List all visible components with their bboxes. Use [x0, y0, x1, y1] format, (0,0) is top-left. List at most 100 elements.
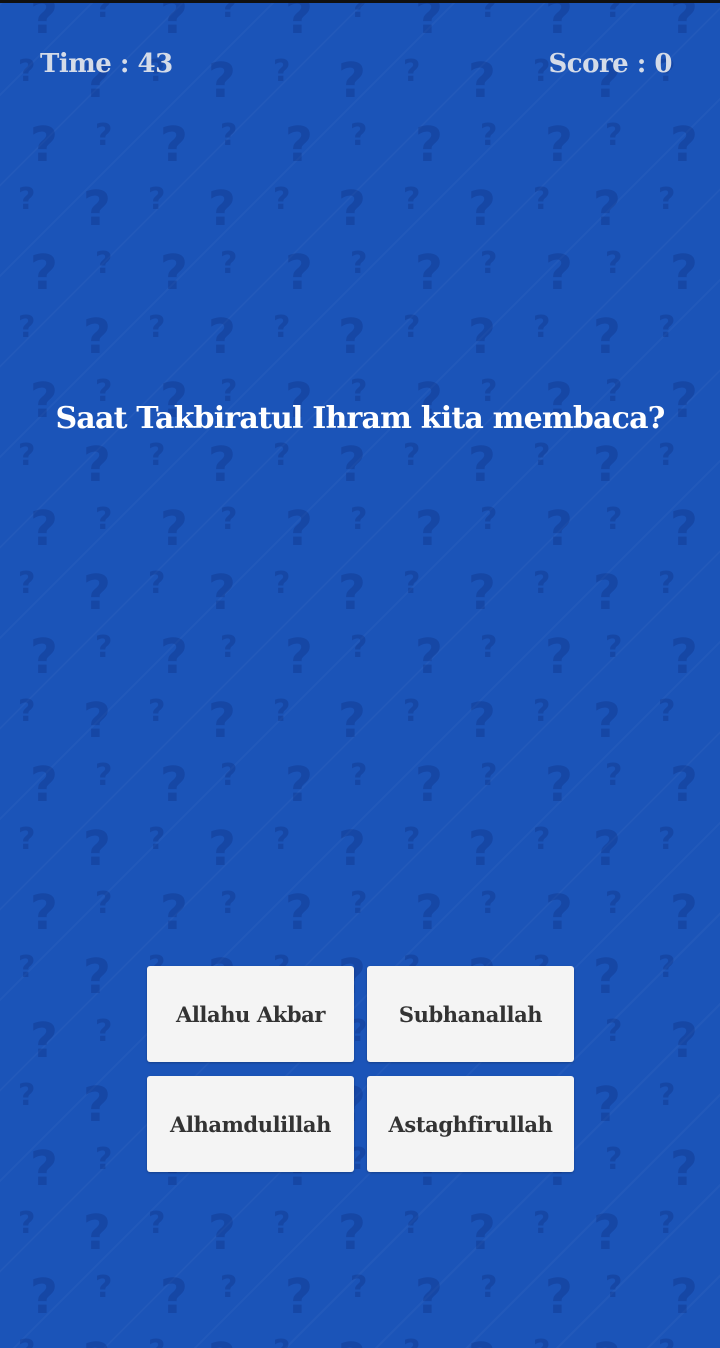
question-mark-icon: ?	[480, 886, 498, 921]
question-mark-icon: ?	[605, 1014, 623, 1049]
question-mark-icon: ?	[83, 1205, 111, 1261]
question-mark-icon: ?	[148, 566, 166, 601]
question-mark-icon: ?	[285, 885, 313, 941]
question-mark-icon: ?	[658, 438, 676, 473]
question-mark-icon: ?	[480, 630, 498, 665]
question-mark-icon: ?	[533, 182, 551, 217]
question-mark-icon: ?	[605, 1270, 623, 1305]
question-mark-icon: ?	[18, 1078, 36, 1113]
question-mark-icon: ?	[208, 565, 236, 621]
question-mark-icon: ?	[208, 181, 236, 237]
question-mark-icon: ?	[160, 1269, 188, 1325]
answer-button-3[interactable]: Alhamdulillah	[147, 1076, 354, 1172]
question-mark-icon: ?	[403, 438, 421, 473]
question-mark-icon: ?	[670, 117, 698, 173]
question-mark-icon: ?	[30, 501, 58, 557]
question-mark-icon: ?	[273, 438, 291, 473]
question-mark-icon: ?	[545, 1269, 573, 1325]
question-mark-icon: ?	[95, 3, 113, 25]
question-mark-icon: ?	[593, 181, 621, 237]
question-mark-icon: ?	[670, 885, 698, 941]
question-mark-icon: ?	[403, 310, 421, 345]
question-mark-icon: ?	[593, 1205, 621, 1261]
question-mark-icon: ?	[670, 1269, 698, 1325]
question-mark-icon: ?	[593, 309, 621, 365]
question-mark-icon: ?	[403, 1337, 420, 1348]
question-mark-icon: ?	[415, 117, 443, 173]
question-mark-icon: ?	[285, 117, 313, 173]
question-mark-icon: ?	[95, 758, 113, 793]
question-mark-icon: ?	[160, 501, 188, 557]
question-mark-icon: ?	[95, 118, 113, 153]
question-mark-icon: ?	[83, 565, 111, 621]
question-mark-icon: ?	[220, 1270, 238, 1305]
question-mark-icon: ?	[273, 310, 291, 345]
question-mark-icon: ?	[350, 886, 368, 921]
question-mark-icon: ?	[273, 1206, 291, 1241]
question-mark-icon: ?	[273, 1337, 290, 1348]
question-mark-icon: ?	[533, 438, 551, 473]
question-mark-icon: ?	[18, 310, 36, 345]
answer-button-2[interactable]: Subhanallah	[367, 966, 574, 1062]
question-mark-icon: ?	[605, 886, 623, 921]
question-mark-icon: ?	[208, 309, 236, 365]
question-mark-icon: ?	[658, 1337, 675, 1348]
question-mark-icon: ?	[30, 757, 58, 813]
question-mark-icon: ?	[350, 246, 368, 281]
question-mark-icon: ?	[338, 181, 366, 237]
question-mark-icon: ?	[160, 117, 188, 173]
question-mark-icon: ?	[658, 310, 676, 345]
question-mark-icon: ?	[545, 757, 573, 813]
question-mark-icon: ?	[545, 629, 573, 685]
question-mark-icon: ?	[338, 1205, 366, 1261]
question-mark-icon: ?	[83, 437, 111, 493]
question-mark-icon: ?	[18, 694, 36, 729]
game-screen: ????????????????????????????????????????…	[0, 3, 720, 1348]
question-mark-icon: ?	[30, 3, 58, 45]
question-mark-icon: ?	[95, 1142, 113, 1177]
question-mark-icon: ?	[160, 3, 188, 45]
answer-grid: Allahu Akbar Subhanallah Alhamdulillah A…	[147, 966, 574, 1172]
question-mark-icon: ?	[18, 1206, 36, 1241]
question-mark-icon: ?	[208, 1205, 236, 1261]
answer-button-4[interactable]: Astaghfirullah	[367, 1076, 574, 1172]
question-mark-icon: ?	[160, 629, 188, 685]
question-mark-icon: ?	[220, 758, 238, 793]
question-mark-icon: ?	[18, 822, 36, 857]
question-mark-icon: ?	[350, 1270, 368, 1305]
question-mark-icon: ?	[415, 245, 443, 301]
question-mark-icon: ?	[533, 822, 551, 857]
question-text: Saat Takbiratul Ihram kita membaca?	[55, 401, 665, 436]
answer-button-1[interactable]: Allahu Akbar	[147, 966, 354, 1062]
question-mark-icon: ?	[338, 565, 366, 621]
question-mark-icon: ?	[545, 3, 573, 45]
question-mark-icon: ?	[403, 182, 421, 217]
question-mark-icon: ?	[95, 1270, 113, 1305]
question-mark-icon: ?	[338, 821, 366, 877]
question-mark-icon: ?	[480, 758, 498, 793]
question-mark-icon: ?	[533, 566, 551, 601]
question-mark-icon: ?	[593, 1337, 621, 1348]
question-mark-icon: ?	[160, 245, 188, 301]
question-mark-icon: ?	[30, 1141, 58, 1197]
question-mark-icon: ?	[605, 502, 623, 537]
question-mark-icon: ?	[480, 3, 498, 25]
question-mark-icon: ?	[338, 309, 366, 365]
question-mark-icon: ?	[273, 182, 291, 217]
question-mark-icon: ?	[593, 693, 621, 749]
question-mark-icon: ?	[18, 182, 36, 217]
question-mark-icon: ?	[480, 1270, 498, 1305]
question-mark-icon: ?	[480, 118, 498, 153]
question-mark-icon: ?	[403, 1206, 421, 1241]
question-mark-icon: ?	[18, 1337, 35, 1348]
question-mark-icon: ?	[285, 629, 313, 685]
question-mark-icon: ?	[403, 694, 421, 729]
question-mark-icon: ?	[285, 3, 313, 45]
question-mark-icon: ?	[18, 566, 36, 601]
question-mark-icon: ?	[83, 949, 111, 1005]
question-mark-icon: ?	[83, 821, 111, 877]
question-mark-icon: ?	[18, 438, 36, 473]
question-mark-icon: ?	[83, 693, 111, 749]
question-mark-icon: ?	[593, 565, 621, 621]
question-mark-icon: ?	[160, 885, 188, 941]
